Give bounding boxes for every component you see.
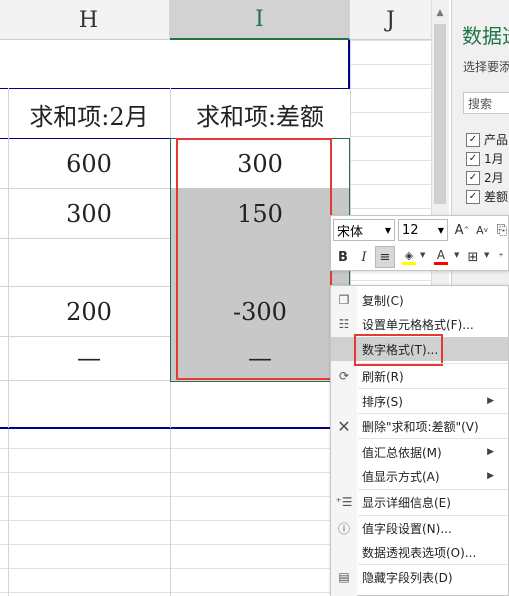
grow-font-button[interactable]: A ^ xyxy=(452,219,472,241)
chevron-down-icon: ▼ xyxy=(437,225,444,235)
font-name-value: 宋体 xyxy=(337,224,364,240)
copy-icon: ❐ xyxy=(338,293,350,307)
font-size-value: 12 xyxy=(402,222,419,238)
menu-label: 隐藏字段列表(D) xyxy=(362,570,453,585)
field-item-jan[interactable]: ✓ 1月 xyxy=(466,150,504,167)
pane-subtitle: 选择要添 xyxy=(463,60,509,74)
bold-button[interactable]: B xyxy=(333,246,353,268)
column-header-i[interactable]: I xyxy=(170,0,350,40)
menu-label: 复制(C) xyxy=(362,293,404,308)
menu-item-sort[interactable]: 排序(S) ▶ xyxy=(331,389,508,413)
shrink-font-icon: A xyxy=(476,223,484,237)
pivot-cell[interactable] xyxy=(8,240,170,286)
delete-x-icon: ✕ xyxy=(337,416,351,436)
chevron-down-icon[interactable]: ▼ xyxy=(420,251,425,259)
menu-label: 刷新(R) xyxy=(362,369,404,384)
field-list-icon: ▤ xyxy=(338,570,350,584)
pane-title: 数据透 xyxy=(462,24,509,48)
shrink-font-button[interactable]: Av xyxy=(472,219,492,241)
field-label: 1月 xyxy=(484,152,504,166)
pivot-cell[interactable]: — xyxy=(8,336,170,380)
format-painter-icon: ⎘ xyxy=(496,222,508,238)
pivot-cell[interactable]: 300 xyxy=(8,190,170,238)
menu-item-format-cells[interactable]: ☷ 设置单元格格式(F)... xyxy=(331,312,508,336)
checkbox-checked-icon[interactable]: ✓ xyxy=(466,151,480,166)
align-center-icon: ≡ xyxy=(379,249,391,265)
pivot-cell[interactable]: 600 xyxy=(8,140,170,188)
menu-label: 显示详细信息(E) xyxy=(362,495,451,510)
checkbox-checked-icon[interactable]: ✓ xyxy=(466,170,480,185)
checkbox-checked-icon[interactable]: ✓ xyxy=(466,132,480,147)
menu-label: 删除"求和项:差额"(V) xyxy=(362,419,479,434)
column-header-j[interactable]: J xyxy=(350,0,431,40)
menu-label: 值字段设置(N)... xyxy=(362,521,452,536)
field-search-input[interactable]: 搜索 xyxy=(463,92,509,114)
font-color-swatch xyxy=(434,262,448,265)
pivot-header-feb[interactable]: 求和项:2月 xyxy=(8,90,170,138)
chevron-right-icon: ▶ xyxy=(487,447,494,457)
field-item-feb[interactable]: ✓ 2月 xyxy=(466,169,504,186)
red-highlight-box xyxy=(176,138,332,380)
pivot-header-diff[interactable]: 求和项:差额 xyxy=(170,90,350,138)
field-item-diff[interactable]: ✓ 差额 xyxy=(466,188,508,205)
menu-item-show-values-as[interactable]: 值显示方式(A) ▶ xyxy=(331,464,508,488)
field-label: 2月 xyxy=(484,171,504,185)
menu-label: 值显示方式(A) xyxy=(362,469,440,484)
italic-button[interactable]: I xyxy=(354,246,374,268)
pivot-header-top-border xyxy=(0,88,350,89)
format-cells-icon: ☷ xyxy=(338,317,350,331)
pivot-bottom-border xyxy=(0,427,350,429)
fill-bucket-icon: ◈ xyxy=(404,249,414,262)
decimal-button[interactable]: ⁺ xyxy=(493,246,509,268)
menu-label: 排序(S) xyxy=(362,394,403,409)
pivot-outline xyxy=(0,40,350,88)
chevron-right-icon: ▶ xyxy=(487,471,494,481)
field-label: 产品 xyxy=(484,133,509,147)
menu-item-refresh[interactable]: ⟳ 刷新(R) xyxy=(331,364,508,388)
menu-separator xyxy=(358,438,508,439)
menu-item-field-settings[interactable]: ⓘ 值字段设置(N)... xyxy=(331,516,508,540)
font-color-icon: A xyxy=(436,248,446,262)
fill-color-swatch xyxy=(402,262,416,265)
align-center-button[interactable]: ≡ xyxy=(375,246,395,268)
decimal-icon: ⁺ xyxy=(498,251,504,263)
menu-label: 值汇总依据(M) xyxy=(362,445,442,460)
field-item-product[interactable]: ✓ 产品 xyxy=(466,131,508,148)
font-color-button[interactable]: A xyxy=(431,246,451,268)
menu-item-show-details[interactable]: ⁺☰ 显示详细信息(E) xyxy=(331,490,508,514)
chevron-down-icon: ▼ xyxy=(384,225,391,235)
menu-item-delete-field[interactable]: ✕ 删除"求和项:差额"(V) xyxy=(331,414,508,438)
borders-button[interactable]: ⊞ xyxy=(463,246,483,268)
font-name-select[interactable]: 宋体 ▼ xyxy=(333,219,395,241)
scroll-thumb[interactable] xyxy=(434,24,446,204)
menu-label: 设置单元格格式(F)... xyxy=(362,317,474,332)
chevron-right-icon: ▶ xyxy=(487,396,494,406)
borders-icon: ⊞ xyxy=(467,249,479,265)
red-highlight-menu-box xyxy=(354,334,443,366)
chevron-down-icon[interactable]: ▼ xyxy=(484,251,489,259)
show-details-icon: ⁺☰ xyxy=(335,495,353,509)
checkbox-checked-icon[interactable]: ✓ xyxy=(466,189,480,204)
scroll-up-arrow-icon[interactable]: ▲ xyxy=(434,8,446,20)
menu-item-summarize-by[interactable]: 值汇总依据(M) ▶ xyxy=(331,440,508,464)
column-header-h[interactable]: H xyxy=(8,0,170,40)
format-painter-button[interactable]: ⎘ xyxy=(492,219,509,241)
field-label: 差额 xyxy=(484,190,509,204)
field-settings-icon: ⓘ xyxy=(337,521,350,536)
chevron-down-icon[interactable]: ▼ xyxy=(454,251,459,259)
font-size-select[interactable]: 12 ▼ xyxy=(398,219,448,241)
refresh-icon: ⟳ xyxy=(338,369,350,383)
pivot-cell[interactable]: 200 xyxy=(8,288,170,336)
menu-item-pivot-options[interactable]: 数据透视表选项(O)... xyxy=(331,540,508,564)
fill-color-button[interactable]: ◈ xyxy=(399,246,419,268)
grow-font-icon: A xyxy=(454,222,464,238)
menu-label: 数据透视表选项(O)... xyxy=(362,545,477,560)
menu-item-copy[interactable]: ❐ 复制(C) xyxy=(331,288,508,312)
menu-item-hide-field-list[interactable]: ▤ 隐藏字段列表(D) xyxy=(331,565,508,589)
